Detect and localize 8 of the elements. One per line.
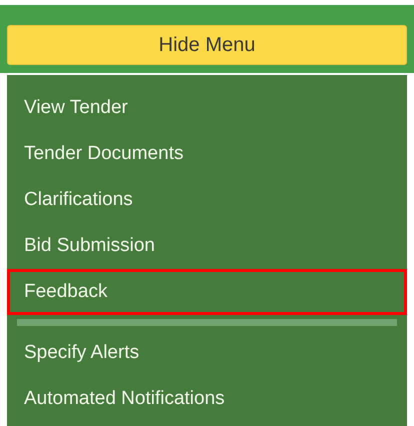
menu-item[interactable]: Clarifications bbox=[7, 177, 407, 223]
menu-item[interactable]: Feedback bbox=[7, 269, 407, 315]
menu-item[interactable]: View Tender bbox=[7, 85, 407, 131]
menu-item[interactable]: Specify Alerts bbox=[7, 330, 407, 376]
menu-item[interactable]: Bid Submission bbox=[7, 223, 407, 269]
menu-item[interactable]: Tender Documents bbox=[7, 131, 407, 177]
menu-item[interactable]: Automated Notifications bbox=[7, 376, 407, 422]
hide-menu-button[interactable]: Hide Menu bbox=[7, 25, 407, 65]
